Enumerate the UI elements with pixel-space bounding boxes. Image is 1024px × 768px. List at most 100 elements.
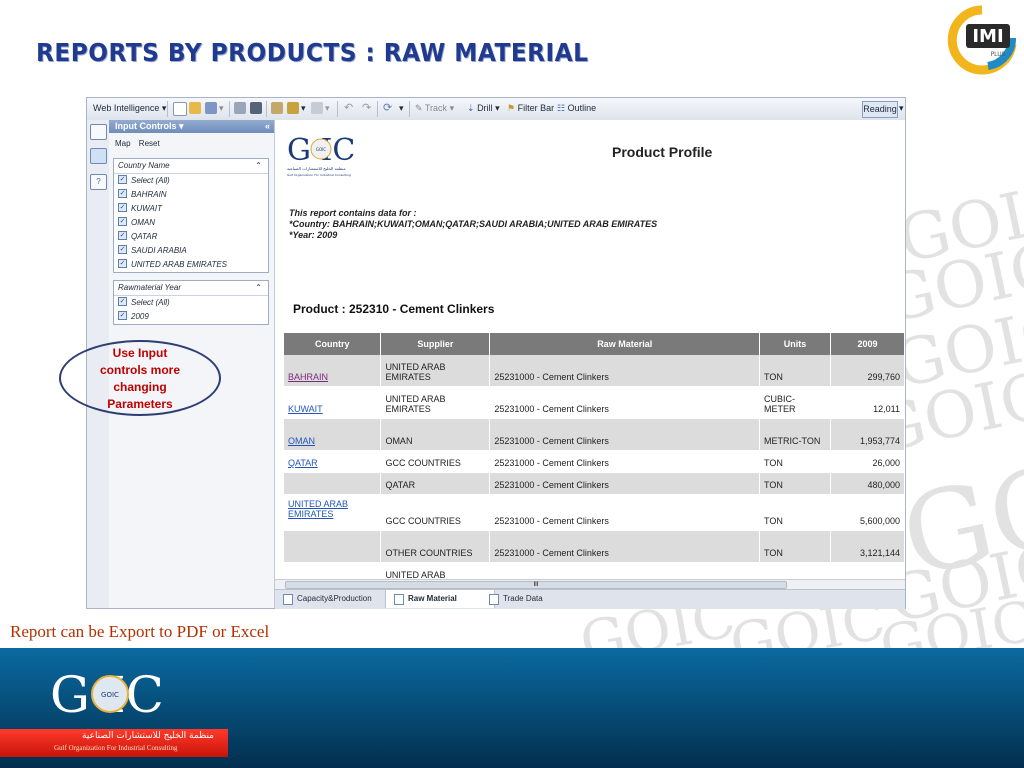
redo-icon[interactable]: ↷ [362, 101, 371, 114]
country-link[interactable]: UNITED ARAB EMIRATES [288, 499, 348, 519]
units-cell: METRIC-TON [759, 418, 831, 451]
input-controls-header[interactable]: Input Controls ▾ « [109, 120, 274, 133]
material-cell: 25231000 - Cement Clinkers [489, 418, 761, 451]
track-label: Track [424, 103, 448, 113]
help-icon[interactable]: ? [90, 174, 107, 190]
save-dropdown-icon[interactable]: ▾ [219, 103, 224, 114]
checkbox-checked-icon[interactable]: ✓ [118, 231, 127, 241]
year-option[interactable]: ✓ Select (All) [114, 296, 268, 310]
value-cell: 299,760 [830, 355, 905, 387]
column-header[interactable]: Country [284, 333, 382, 355]
panel-links: Map Reset [109, 133, 274, 148]
column-header[interactable]: Raw Material [489, 333, 761, 355]
table-row: KUWAIT UNITED ARAB EMIRATES 25231000 - C… [284, 386, 905, 419]
country-link[interactable]: OMAN [288, 436, 315, 446]
country-cell[interactable]: BAHRAIN [284, 355, 382, 387]
document-structure-icon[interactable] [90, 124, 107, 140]
callout-line: changing [113, 380, 167, 394]
value-cell: 3,121,144 [830, 530, 905, 563]
tab-label: Trade Data [503, 594, 543, 603]
slide-title: REPORTS BY PRODUCTS : RAW MATERIAL [36, 38, 589, 67]
country-option[interactable]: ✓ UNITED ARAB EMIRATES [114, 258, 268, 272]
tab-raw-material[interactable]: Raw Material [385, 590, 495, 608]
country-cell[interactable]: QATAR [284, 450, 382, 473]
find-icon[interactable] [250, 102, 262, 114]
map-link[interactable]: Map [115, 139, 131, 148]
year-option[interactable]: ✓ 2009 [114, 310, 268, 324]
copy-icon[interactable] [271, 102, 283, 114]
checkbox-checked-icon[interactable]: ✓ [118, 203, 127, 213]
goic-footer-logo: G IC GOIC [50, 666, 164, 724]
app-menu-button[interactable]: Web Intelligence ▾ [93, 103, 166, 114]
print-icon[interactable] [234, 102, 246, 114]
track-button[interactable]: ✎ Track ▾ [415, 103, 454, 114]
country-option[interactable]: ✓ KUWAIT [114, 202, 268, 216]
country-option[interactable]: ✓ SAUDI ARABIA [114, 244, 268, 258]
option-label: OMAN [131, 218, 155, 227]
country-option[interactable]: ✓ BAHRAIN [114, 188, 268, 202]
column-header[interactable]: 2009 [830, 333, 905, 355]
country-cell[interactable]: KUWAIT [284, 386, 382, 419]
reading-dropdown-icon[interactable]: ▾ [899, 103, 904, 114]
save-icon[interactable] [205, 102, 217, 114]
collapse-chevron-icon[interactable]: ⌃ [255, 281, 262, 295]
country-group-title: Country Name [118, 161, 170, 170]
undo-icon[interactable]: ↶ [344, 101, 353, 114]
country-link[interactable]: QATAR [288, 458, 318, 468]
country-cell[interactable]: UNITED ARAB EMIRATES [284, 494, 382, 531]
checkbox-checked-icon[interactable]: ✓ [118, 259, 127, 269]
view-icon[interactable] [311, 102, 323, 114]
checkbox-checked-icon[interactable]: ✓ [118, 311, 127, 321]
drill-button[interactable]: ⇣ Drill ▾ [467, 103, 500, 114]
reading-mode-button[interactable]: Reading [862, 101, 898, 118]
export-dropdown-icon[interactable]: ▾ [301, 103, 306, 114]
refresh-icon[interactable]: ⟳ [383, 101, 392, 114]
input-controls-icon[interactable] [90, 148, 107, 164]
country-link[interactable]: BAHRAIN [288, 372, 328, 382]
country-option[interactable]: ✓ QATAR [114, 230, 268, 244]
country-link[interactable]: KUWAIT [288, 404, 323, 414]
checkbox-checked-icon[interactable]: ✓ [118, 217, 127, 227]
collapse-panel-icon[interactable]: « [265, 120, 270, 133]
reset-link[interactable]: Reset [139, 139, 160, 148]
export-icon[interactable] [287, 102, 299, 114]
value-cell: 26,000 [830, 450, 905, 473]
filter-bar-button[interactable]: ⚑ Filter Bar [507, 103, 554, 114]
value-cell: 1,953,774 [830, 418, 905, 451]
units-cell: TON [759, 472, 831, 495]
view-dropdown-icon[interactable]: ▾ [325, 103, 330, 114]
column-header[interactable]: Supplier [380, 333, 491, 355]
option-label: QATAR [131, 232, 158, 241]
option-label: KUWAIT [131, 204, 162, 213]
year-group-title: Rawmaterial Year [118, 283, 181, 292]
country-name-control: Country Name ⌃ ✓ Select (All) ✓ BAHRAIN ✓ KU… [113, 158, 269, 273]
outline-button[interactable]: ☷ Outline [557, 103, 596, 114]
scrollbar-thumb[interactable]: III [285, 581, 787, 589]
tab-capacity-production[interactable]: Capacity&Production [275, 590, 372, 608]
column-header[interactable]: Units [759, 333, 831, 355]
open-folder-icon[interactable] [189, 102, 201, 114]
filter-bar-label: Filter Bar [517, 103, 555, 113]
checkbox-checked-icon[interactable]: ✓ [118, 245, 127, 255]
horizontal-scrollbar[interactable]: III [275, 579, 905, 589]
checkbox-checked-icon[interactable]: ✓ [118, 297, 127, 307]
app-menu-label: Web Intelligence [93, 103, 160, 113]
table-row: BAHRAIN UNITED ARAB EMIRATES 25231000 - … [284, 355, 905, 387]
callout-line: Parameters [107, 397, 173, 411]
report-tab-icon [489, 594, 499, 605]
country-option[interactable]: ✓ OMAN [114, 216, 268, 230]
year-group-header: Rawmaterial Year ⌃ [114, 281, 268, 296]
tab-label: Capacity&Production [297, 594, 372, 603]
supplier-cell: GCC COUNTRIES [380, 494, 491, 531]
new-document-icon[interactable] [173, 102, 187, 116]
tab-trade-data[interactable]: Trade Data [481, 590, 543, 608]
checkbox-checked-icon[interactable]: ✓ [118, 175, 127, 185]
country-option[interactable]: ✓ Select (All) [114, 174, 268, 188]
country-cell[interactable]: OMAN [284, 418, 382, 451]
checkbox-checked-icon[interactable]: ✓ [118, 189, 127, 199]
info-line: *Year: 2009 [289, 230, 338, 240]
refresh-dropdown-icon[interactable]: ▾ [399, 103, 404, 114]
collapse-chevron-icon[interactable]: ⌃ [255, 159, 262, 173]
callout-line: controls more [99, 363, 180, 377]
report-tab-icon [283, 594, 293, 605]
